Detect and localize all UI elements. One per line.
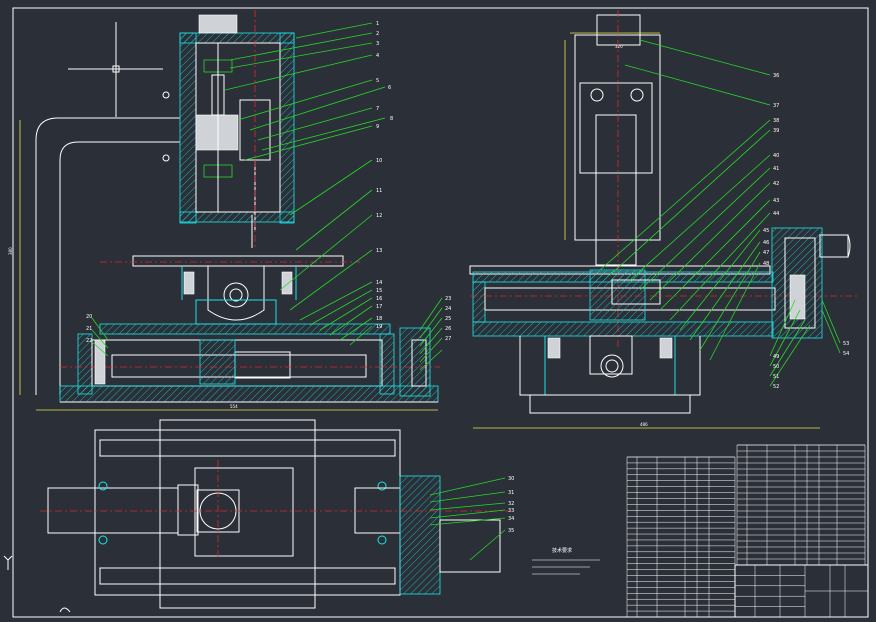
svg-text:41: 41 <box>773 166 779 172</box>
svg-text:技术要求: 技术要求 <box>552 547 572 554</box>
svg-text:320: 320 <box>615 44 623 49</box>
front-view-leaders <box>91 22 443 371</box>
svg-text:6: 6 <box>388 85 391 91</box>
svg-text:7: 7 <box>376 106 379 112</box>
svg-text:2: 2 <box>376 31 379 37</box>
svg-text:32: 32 <box>508 501 514 507</box>
svg-text:8: 8 <box>390 116 393 122</box>
svg-text:51: 51 <box>773 374 779 380</box>
svg-text:30: 30 <box>508 476 514 482</box>
svg-text:53: 53 <box>843 341 849 347</box>
svg-text:40: 40 <box>773 153 779 159</box>
svg-text:18: 18 <box>376 316 382 322</box>
svg-text:3: 3 <box>376 41 379 47</box>
svg-text:486: 486 <box>640 422 648 427</box>
svg-text:44: 44 <box>773 211 779 217</box>
svg-text:1: 1 <box>376 21 379 27</box>
svg-text:380: 380 <box>8 247 13 255</box>
svg-text:31: 31 <box>508 490 514 496</box>
svg-text:54: 54 <box>843 351 849 357</box>
svg-text:17: 17 <box>376 304 382 310</box>
top-view <box>40 419 510 609</box>
svg-text:5: 5 <box>376 78 379 84</box>
svg-text:36: 36 <box>773 73 779 79</box>
ucs-y-indicator <box>3 555 71 613</box>
svg-text:24: 24 <box>445 306 451 312</box>
top-view-leaders <box>429 477 506 561</box>
svg-text:48: 48 <box>763 261 769 267</box>
svg-text:26: 26 <box>445 326 451 332</box>
svg-text:14: 14 <box>376 280 382 286</box>
svg-text:10: 10 <box>376 158 382 164</box>
front-view: 380 554 <box>8 10 440 411</box>
cursor-crosshair <box>68 22 163 117</box>
svg-text:23: 23 <box>445 296 451 302</box>
svg-text:50: 50 <box>773 364 779 370</box>
svg-text:21: 21 <box>86 326 92 332</box>
svg-text:34: 34 <box>508 516 514 522</box>
bill-of-materials <box>626 444 868 618</box>
assembly-drawing: 380 554 1 2 3 4 5 6 7 8 9 10 11 12 13 14… <box>3 7 869 618</box>
svg-text:16: 16 <box>376 296 382 302</box>
svg-text:15: 15 <box>376 288 382 294</box>
svg-text:11: 11 <box>376 188 382 194</box>
technical-notes: 技术要求 <box>532 547 600 575</box>
cad-drawing-canvas: 380 554 1 2 3 4 5 6 7 8 9 10 11 12 13 14… <box>0 0 876 622</box>
svg-text:25: 25 <box>445 316 451 322</box>
svg-text:12: 12 <box>376 213 382 219</box>
side-view: 320 486 <box>469 10 860 429</box>
svg-text:52: 52 <box>773 384 779 390</box>
svg-text:37: 37 <box>773 103 779 109</box>
svg-text:45: 45 <box>763 228 769 234</box>
svg-text:19: 19 <box>376 324 382 330</box>
top-view-labels: 30 31 32 33 34 35 <box>508 476 514 534</box>
svg-text:43: 43 <box>773 198 779 204</box>
svg-text:20: 20 <box>86 314 92 320</box>
svg-text:46: 46 <box>763 240 769 246</box>
svg-text:27: 27 <box>445 336 451 342</box>
svg-text:39: 39 <box>773 128 779 134</box>
svg-text:33: 33 <box>508 508 514 514</box>
svg-text:22: 22 <box>86 338 92 344</box>
svg-text:13: 13 <box>376 248 382 254</box>
svg-text:554: 554 <box>230 404 238 409</box>
svg-text:42: 42 <box>773 181 779 187</box>
svg-text:38: 38 <box>773 118 779 124</box>
svg-text:47: 47 <box>763 250 769 256</box>
svg-text:9: 9 <box>376 124 379 130</box>
svg-text:35: 35 <box>508 528 514 534</box>
svg-text:49: 49 <box>773 354 779 360</box>
svg-text:4: 4 <box>376 53 379 59</box>
